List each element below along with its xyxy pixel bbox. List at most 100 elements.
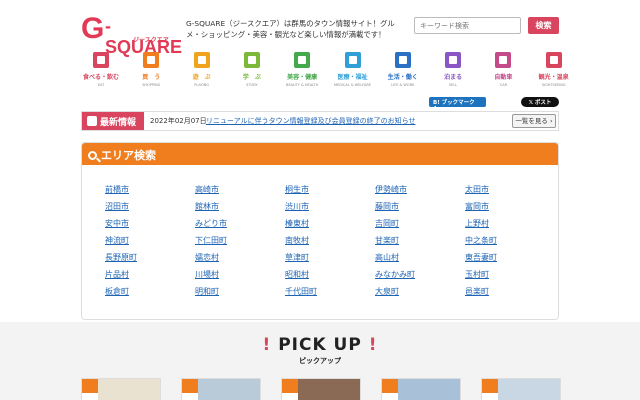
area-city-link[interactable]: 上野村 — [465, 218, 489, 229]
category-item[interactable]: 自動車 CAR — [483, 52, 523, 92]
area-city-link[interactable]: 南牧村 — [285, 235, 309, 246]
search-button[interactable]: 検索 — [528, 17, 559, 34]
area-city-link[interactable]: 中之条町 — [465, 235, 497, 246]
area-city-link[interactable]: 高山村 — [375, 252, 399, 263]
pickup-image — [398, 379, 460, 400]
category-label: 生活・働く — [387, 74, 418, 81]
area-city-link[interactable]: みどり市 — [195, 218, 227, 229]
area-city-link[interactable]: 草津町 — [285, 252, 309, 263]
area-city-link[interactable]: みなかみ町 — [375, 269, 415, 280]
area-city-link[interactable]: 下仁田町 — [195, 235, 227, 246]
pickup-image — [298, 379, 360, 400]
pickup-card[interactable] — [181, 378, 261, 400]
category-icon — [344, 52, 361, 68]
area-city-link[interactable]: 館林市 — [195, 201, 219, 212]
area-city-link[interactable]: 富岡市 — [465, 201, 489, 212]
area-city-link[interactable]: 長野原町 — [105, 252, 137, 263]
area-city-link[interactable]: 嬬恋村 — [195, 252, 219, 263]
category-item[interactable]: 観光・温泉 SIGHTSEEING — [534, 52, 574, 92]
area-city-link[interactable]: 明和町 — [195, 286, 219, 297]
area-city-link[interactable]: 大泉町 — [375, 286, 399, 297]
category-en-label: LIFE & WORK — [391, 83, 415, 87]
category-item[interactable]: 食べる・飲む EAT — [81, 52, 121, 92]
pickup-card[interactable] — [281, 378, 361, 400]
area-city-link[interactable]: 神流町 — [105, 235, 129, 246]
news-date: 2022年02月07日 — [150, 117, 207, 125]
area-city-link[interactable]: 沼田市 — [105, 201, 129, 212]
search-icon — [88, 151, 97, 160]
area-city-link[interactable]: 東吾妻町 — [465, 252, 497, 263]
category-en-label: SIGHTSEEING — [541, 83, 566, 87]
area-city-link[interactable]: 片品村 — [105, 269, 129, 280]
news-icon — [87, 116, 97, 126]
category-label: 医療・福祉 — [337, 74, 368, 81]
site-logo[interactable]: G -SQUARE ジースクエア — [81, 12, 182, 57]
flame-icon — [82, 379, 98, 393]
x-post-button[interactable]: 𝕏 ポスト — [521, 97, 559, 107]
category-item[interactable]: 遊 ぶ PLAYING — [182, 52, 222, 92]
area-city-link[interactable]: 渋川市 — [285, 201, 309, 212]
area-city-link[interactable]: 板倉町 — [105, 286, 129, 297]
category-item[interactable]: 学 ぶ STUDY — [232, 52, 272, 92]
area-city-link[interactable]: 伊勢崎市 — [375, 184, 407, 195]
area-city-link[interactable]: 高崎市 — [195, 184, 219, 195]
area-city-link[interactable]: 邑楽町 — [465, 286, 489, 297]
category-label: 観光・温泉 — [538, 74, 569, 81]
flame-icon — [482, 379, 498, 393]
category-label: 美容・健康 — [287, 74, 318, 81]
search-input[interactable] — [414, 17, 521, 34]
category-icon — [294, 52, 311, 68]
news-link[interactable]: リニューアルに伴うタウン情報登録及び会員登録の終了のお知らせ — [206, 116, 416, 126]
hatena-bookmark-button[interactable]: B! ブックマーク 4 — [429, 97, 486, 112]
logo-sub: ジースクエア — [133, 37, 169, 44]
category-icon — [243, 52, 260, 68]
area-city-link[interactable]: 千代田町 — [285, 286, 317, 297]
area-city-link[interactable]: 昭和村 — [285, 269, 309, 280]
area-city-link[interactable]: 玉村町 — [465, 269, 489, 280]
category-label: 買 う — [142, 74, 161, 81]
area-city-link[interactable]: 前橋市 — [105, 184, 129, 195]
category-icon — [445, 52, 462, 68]
category-item[interactable]: 医療・福祉 MEDICAL & WELFARE — [333, 52, 373, 92]
area-city-link[interactable]: 太田市 — [465, 184, 489, 195]
category-en-label: STUDY — [246, 83, 258, 87]
pickup-title-text: PICK UP — [278, 335, 362, 355]
category-label: 自動車 — [494, 74, 513, 81]
category-en-label: EAT — [97, 83, 105, 87]
category-item[interactable]: 泊まる SELL — [433, 52, 473, 92]
area-city-link[interactable]: 甘楽町 — [375, 235, 399, 246]
flame-icon — [382, 379, 398, 393]
area-city-link[interactable]: 安中市 — [105, 218, 129, 229]
category-icon — [93, 52, 109, 68]
category-label: 泊まる — [444, 74, 463, 81]
category-icon — [545, 52, 562, 68]
category-item[interactable]: 生活・働く LIFE & WORK — [383, 52, 423, 92]
category-item[interactable]: 美容・健康 BEAUTY & HEALTH — [282, 52, 322, 92]
category-item[interactable]: 買 う SHOPPING — [131, 52, 171, 92]
pickup-image — [498, 379, 560, 400]
pickup-card[interactable] — [381, 378, 461, 400]
category-icon — [394, 52, 411, 68]
pickup-card[interactable] — [481, 378, 561, 400]
category-en-label: SHOPPING — [142, 83, 161, 87]
category-en-label: SELL — [448, 83, 458, 87]
pickup-image — [198, 379, 260, 400]
news-tag: 最新情報 — [82, 112, 144, 130]
pickup-card[interactable] — [81, 378, 161, 400]
category-en-label: BEAUTY & HEALTH — [286, 83, 319, 87]
category-nav: 食べる・飲む EAT 買 う SHOPPING 遊 ぶ PLAYING 学 ぶ STUDY 美容… — [81, 52, 569, 92]
pickup-heading: ! PICK UP ! ピックアップ — [0, 335, 640, 366]
category-icon — [143, 52, 160, 68]
news-tag-label: 最新情報 — [100, 118, 137, 128]
news-more-button[interactable]: 一覧を見る › — [512, 114, 556, 128]
area-city-link[interactable]: 榛東村 — [285, 218, 309, 229]
area-city-link[interactable]: 吉岡町 — [375, 218, 399, 229]
logo-g: G — [81, 12, 104, 45]
area-city-link[interactable]: 藤岡市 — [375, 201, 399, 212]
area-search-panel: エリア検索 前橋市 沼田市 安中市 神流町 長野原町 片品村 板倉町 高崎市 館林市 みどり市 下仁… — [81, 142, 559, 320]
pickup-title: ! PICK UP ! — [262, 335, 378, 355]
area-city-link[interactable]: 川場村 — [195, 269, 219, 280]
pickup-subtitle: ピックアップ — [299, 357, 341, 365]
category-en-label: CAR — [499, 83, 508, 87]
area-city-link[interactable]: 桐生市 — [285, 184, 309, 195]
